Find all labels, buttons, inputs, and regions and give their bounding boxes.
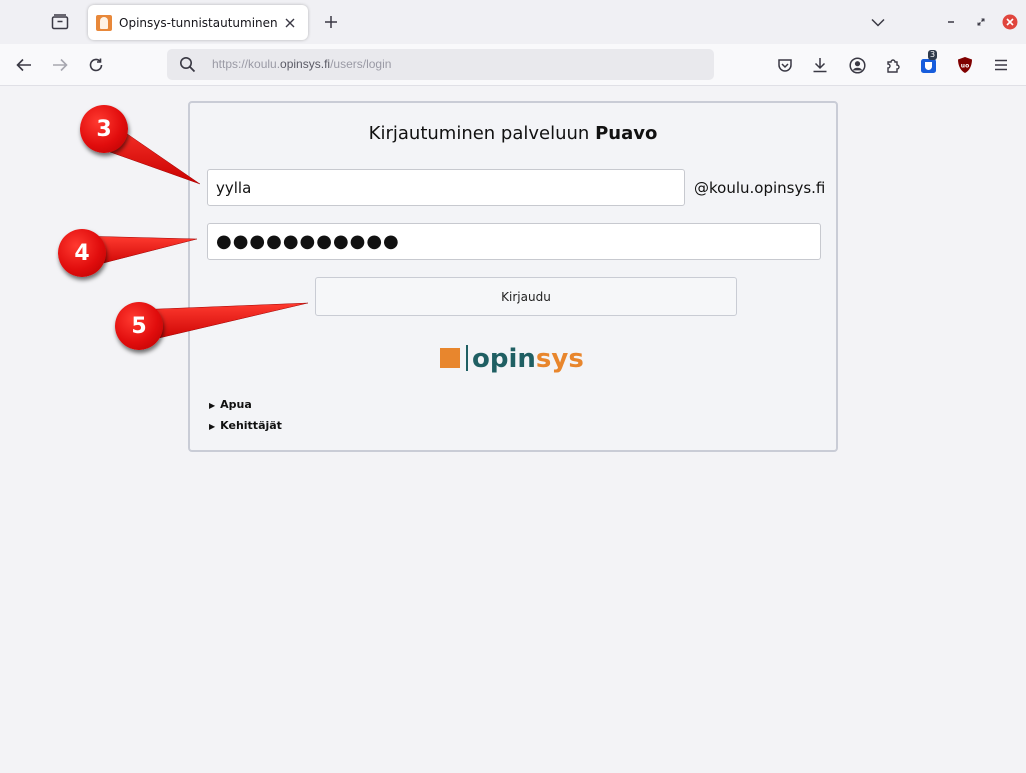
svg-text:uo: uo (961, 63, 969, 70)
back-button[interactable] (12, 53, 36, 77)
password-input[interactable]: ●●●●●●●●●●● (207, 223, 821, 260)
reload-icon (89, 58, 103, 72)
chevron-down-icon (871, 18, 885, 27)
disclosure-triangle-icon: ▶ (209, 401, 216, 410)
tab-overview-button[interactable] (48, 10, 72, 34)
active-tab[interactable]: Opinsys-tunnistautuminen (88, 5, 308, 40)
logo-text-opin: opin (472, 344, 536, 374)
login-button[interactable]: Kirjaudu (315, 277, 737, 316)
minimize-button[interactable] (941, 12, 961, 32)
logo-text-sys: sys (536, 344, 584, 374)
url-host: opinsys.fi (280, 57, 331, 71)
plus-icon (325, 16, 337, 28)
pocket-icon (778, 59, 792, 72)
svg-text:opinsys: opinsys (472, 344, 584, 374)
forward-button[interactable] (48, 53, 72, 77)
password-mask: ●●●●●●●●●●● (216, 231, 400, 252)
disclosure-triangle-icon: ▶ (209, 422, 216, 431)
help-link-label: Apua (220, 398, 252, 411)
close-icon (285, 18, 295, 28)
opinsys-favicon-icon (96, 14, 112, 31)
step-4-badge: 4 (58, 229, 106, 277)
extensions-button[interactable] (881, 53, 905, 77)
step-5-badge: 5 (115, 302, 163, 350)
domain-suffix: @koulu.opinsys.fi (694, 179, 826, 197)
search-icon (180, 57, 196, 73)
downloads-button[interactable] (808, 53, 832, 77)
url-text: https://koulu.opinsys.fi/users/login (212, 57, 391, 71)
developers-link[interactable]: ▶ Kehittäjät (209, 420, 282, 441)
ublock-origin-icon: uo (958, 57, 972, 73)
account-icon (848, 56, 866, 74)
step-3-badge: 3 (80, 105, 128, 153)
close-window-icon (1002, 14, 1018, 30)
close-window-button[interactable] (1000, 12, 1020, 32)
puzzle-icon (887, 59, 900, 73)
list-all-tabs-button[interactable] (868, 12, 888, 32)
hamburger-menu-icon (995, 59, 1007, 71)
download-icon (813, 58, 827, 73)
account-button[interactable] (845, 53, 869, 77)
address-bar[interactable]: https://koulu.opinsys.fi/users/login (167, 49, 714, 80)
username-input[interactable]: yylla (207, 169, 685, 206)
app-menu-button[interactable] (989, 53, 1013, 77)
developers-link-label: Kehittäjät (220, 419, 282, 432)
page-title: Kirjautuminen palveluun Puavo (190, 123, 836, 144)
tab-overview-icon (51, 14, 69, 30)
heading-service-name: Puavo (595, 123, 658, 144)
login-card: Kirjautuminen palveluun Puavo yylla @kou… (188, 101, 838, 452)
tab-bar: Opinsys-tunnistautuminen (0, 0, 1026, 44)
help-link[interactable]: ▶ Apua (209, 399, 282, 420)
reload-button[interactable] (84, 53, 108, 77)
new-tab-button[interactable] (320, 11, 342, 33)
pocket-button[interactable] (773, 53, 797, 77)
minimize-icon (948, 21, 954, 23)
heading-text: Kirjautuminen palveluun (368, 123, 596, 144)
username-value: yylla (216, 178, 252, 197)
bitwarden-extension-button[interactable]: 3 (917, 50, 941, 77)
forward-arrow-icon (53, 58, 68, 72)
help-links: ▶ Apua ▶ Kehittäjät (209, 399, 282, 441)
back-arrow-icon (16, 58, 31, 72)
url-path: /users/login (330, 57, 392, 71)
navigation-toolbar: https://koulu.opinsys.fi/users/login 3 u… (0, 44, 1026, 86)
tab-title: Opinsys-tunnistautuminen (119, 15, 278, 30)
opinsys-logo: opinsys (440, 344, 584, 374)
tab-close-button[interactable] (282, 15, 298, 31)
extension-badge: 3 (928, 50, 938, 60)
url-prefix: https://koulu. (212, 57, 281, 71)
ublock-button[interactable]: uo (953, 53, 977, 77)
restore-button[interactable] (971, 12, 991, 32)
restore-icon (977, 18, 985, 26)
